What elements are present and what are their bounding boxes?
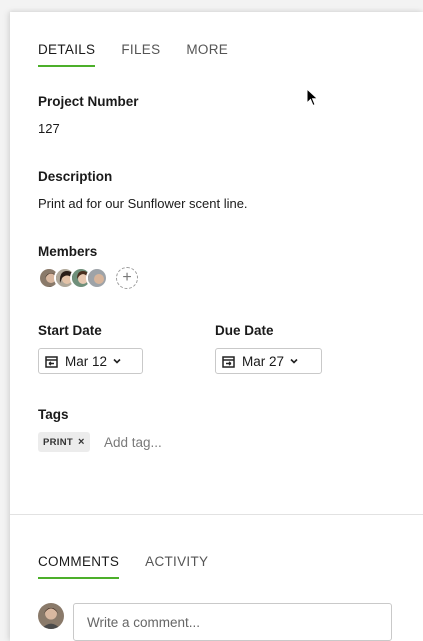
add-member-button[interactable]: + bbox=[116, 267, 138, 289]
activity-tabs: COMMENTS ACTIVITY bbox=[38, 554, 234, 579]
description-label: Description bbox=[38, 169, 113, 184]
chevron-down-icon bbox=[289, 356, 299, 366]
member-avatars: + bbox=[38, 267, 138, 289]
details-panel: DETAILS FILES MORE Project Number 127 De… bbox=[10, 12, 423, 641]
tab-files[interactable]: FILES bbox=[121, 42, 160, 67]
avatar bbox=[38, 603, 64, 629]
add-tag-input[interactable] bbox=[104, 432, 254, 452]
start-date-picker[interactable]: Mar 12 bbox=[38, 348, 143, 374]
due-date-label: Due Date bbox=[215, 323, 274, 338]
calendar-start-icon bbox=[45, 355, 58, 368]
remove-tag-icon[interactable]: × bbox=[78, 436, 85, 448]
chevron-down-icon bbox=[112, 356, 122, 366]
tab-activity[interactable]: ACTIVITY bbox=[145, 554, 208, 579]
comment-input[interactable] bbox=[73, 603, 392, 641]
project-number-value: 127 bbox=[38, 121, 60, 136]
avatar[interactable] bbox=[86, 267, 108, 289]
tag-chip: PRINT × bbox=[38, 432, 90, 452]
start-date-value: Mar 12 bbox=[65, 353, 108, 369]
project-number-label: Project Number bbox=[38, 94, 139, 109]
due-date-picker[interactable]: Mar 27 bbox=[215, 348, 322, 374]
tag-label: PRINT bbox=[43, 436, 73, 448]
detail-tabs: DETAILS FILES MORE bbox=[38, 42, 254, 67]
members-label: Members bbox=[38, 244, 98, 259]
mouse-pointer-icon bbox=[306, 87, 320, 113]
divider bbox=[10, 514, 423, 515]
due-date-value: Mar 27 bbox=[242, 353, 285, 369]
start-date-label: Start Date bbox=[38, 323, 102, 338]
description-value: Print ad for our Sunflower scent line. bbox=[38, 196, 248, 211]
tab-more[interactable]: MORE bbox=[186, 42, 228, 67]
tab-comments[interactable]: COMMENTS bbox=[38, 554, 120, 579]
calendar-end-icon bbox=[222, 355, 235, 368]
tags-label: Tags bbox=[38, 407, 69, 422]
tab-details[interactable]: DETAILS bbox=[38, 42, 96, 67]
